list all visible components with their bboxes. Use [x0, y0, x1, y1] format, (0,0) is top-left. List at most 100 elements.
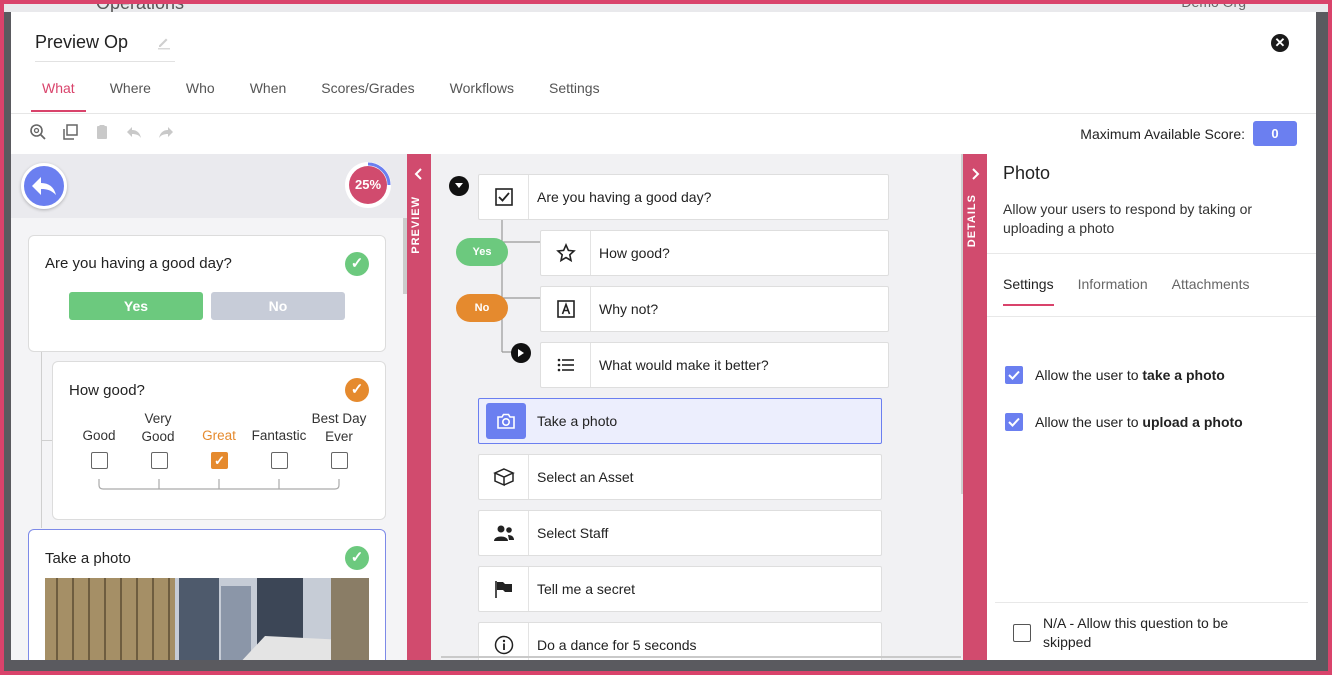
toolbar: [29, 123, 175, 141]
flow-node-secret[interactable]: Tell me a secret: [478, 566, 882, 612]
details-panel: Photo Allow your users to respond by tak…: [987, 154, 1316, 660]
background-org-name: Demo Org: [1181, 0, 1246, 10]
flow-node-label: Do a dance for 5 seconds: [537, 637, 697, 653]
option-emphasis: take a photo: [1142, 367, 1225, 383]
question-card-how-good: How good? ✓ Good Very Good Great Fantast…: [52, 361, 386, 520]
flow-node-label: Tell me a secret: [537, 581, 636, 597]
rating-connector: [98, 479, 340, 490]
people-icon: [479, 511, 529, 555]
flow-node-take-photo[interactable]: Take a photo: [478, 398, 882, 444]
no-button[interactable]: No: [211, 292, 345, 320]
divider: [987, 253, 1316, 254]
flow-node-dance[interactable]: Do a dance for 5 seconds: [478, 622, 882, 660]
caret-right-icon: [518, 349, 524, 357]
collapse-toggle[interactable]: [449, 176, 469, 196]
rating-checkbox[interactable]: [91, 452, 108, 469]
tabs-divider: [11, 113, 1316, 114]
paste-icon[interactable]: [93, 123, 111, 141]
undo-icon[interactable]: [125, 123, 143, 141]
box-icon: [479, 455, 529, 499]
progress-label: 25%: [354, 177, 382, 192]
option-text: Allow the user to take a photo: [1035, 367, 1225, 383]
flow-node-label: Select Staff: [537, 525, 609, 541]
list-icon: [541, 343, 591, 387]
option-text: Allow the user to upload a photo: [1035, 414, 1243, 430]
yes-branch-pill: Yes: [456, 238, 508, 266]
details-tab-attachments[interactable]: Attachments: [1172, 276, 1250, 306]
question-title: Are you having a good day?: [45, 255, 232, 272]
rating-checkbox[interactable]: [271, 452, 288, 469]
yes-button[interactable]: Yes: [69, 292, 203, 320]
title-field[interactable]: Preview Op: [35, 32, 175, 62]
copy-icon[interactable]: [61, 123, 79, 141]
canvas-horizontal-scrollbar[interactable]: [441, 656, 961, 658]
zoom-icon[interactable]: [29, 123, 47, 141]
option-upload-photo: Allow the user to upload a photo: [1005, 413, 1243, 431]
tab-where[interactable]: Where: [99, 74, 162, 112]
details-tab-information[interactable]: Information: [1078, 276, 1148, 306]
details-title: Photo: [1003, 163, 1051, 183]
photo-preview-image: [45, 578, 369, 660]
star-icon: [541, 231, 591, 275]
na-checkbox[interactable]: [1013, 624, 1031, 642]
preview-header: 25%: [11, 154, 407, 218]
max-score-label: Maximum Available Score:: [1080, 125, 1245, 142]
preview-toggle-rail[interactable]: PREVIEW: [407, 154, 431, 660]
divider: [987, 316, 1316, 317]
redo-icon[interactable]: [157, 123, 175, 141]
details-tabs: Settings Information Attachments: [1003, 276, 1249, 306]
main-tabs: What Where Who When Scores/Grades Workfl…: [31, 74, 624, 112]
rating-checkbox[interactable]: [331, 452, 348, 469]
question-title: Take a photo: [45, 550, 131, 567]
pencil-icon[interactable]: [156, 34, 172, 50]
flow-node-label: How good?: [599, 245, 670, 261]
option-take-photo: Allow the user to take a photo: [1005, 366, 1225, 384]
check-icon: ✓: [345, 252, 369, 276]
option-prefix: Allow the user to: [1035, 367, 1143, 383]
take-photo-checkbox[interactable]: [1005, 366, 1023, 384]
flow-node-label: Select an Asset: [537, 469, 634, 485]
flow-node-label: Take a photo: [537, 413, 618, 429]
flow-node-good-day[interactable]: Are you having a good day?: [478, 174, 889, 220]
option-na: N/A - Allow this question to be skipped: [1013, 614, 1263, 652]
close-icon[interactable]: ✕: [1271, 34, 1289, 52]
check-icon: ✓: [345, 546, 369, 570]
chevron-right-icon[interactable]: [970, 168, 980, 180]
tab-what[interactable]: What: [31, 74, 86, 112]
expand-toggle[interactable]: [511, 343, 531, 363]
text-icon: [541, 287, 591, 331]
question-card-good-day: Are you having a good day? ✓ Yes No: [28, 235, 386, 352]
checkbox-icon: [479, 175, 529, 219]
tab-settings[interactable]: Settings: [538, 74, 611, 112]
flow-node-how-good[interactable]: How good?: [540, 230, 889, 276]
details-tab-settings[interactable]: Settings: [1003, 276, 1054, 306]
chevron-left-icon[interactable]: [414, 168, 424, 180]
operation-editor-modal: Preview Op ✕ What Where Who When Scores/…: [11, 12, 1316, 660]
details-rail-label: DETAILS: [966, 194, 978, 248]
camera-icon: [479, 399, 529, 443]
details-description: Allow your users to respond by taking or…: [1003, 201, 1253, 236]
tab-who[interactable]: Who: [175, 74, 226, 112]
background-app-header: Operations Demo Org: [0, 0, 1332, 13]
nesting-branch: [41, 440, 52, 441]
back-button[interactable]: [21, 163, 67, 209]
rating-checkbox-selected[interactable]: ✓: [211, 452, 228, 469]
info-icon: [479, 623, 529, 660]
reply-arrow-icon: [32, 177, 56, 195]
question-card-take-photo: Take a photo ✓: [28, 529, 386, 660]
tab-workflows[interactable]: Workflows: [439, 74, 525, 112]
upload-photo-checkbox[interactable]: [1005, 413, 1023, 431]
flow-node-label: What would make it better?: [599, 357, 769, 373]
tab-scores-grades[interactable]: Scores/Grades: [310, 74, 425, 112]
flow-canvas: Are you having a good day? Yes How good?…: [431, 154, 963, 660]
flow-node-make-better[interactable]: What would make it better?: [540, 342, 889, 388]
tab-when[interactable]: When: [239, 74, 298, 112]
details-toggle-rail[interactable]: DETAILS: [963, 154, 987, 660]
caret-down-icon: [455, 183, 463, 188]
op-title[interactable]: Preview Op: [35, 32, 175, 53]
flow-node-select-staff[interactable]: Select Staff: [478, 510, 882, 556]
option-emphasis: upload a photo: [1142, 414, 1243, 430]
rating-checkbox[interactable]: [151, 452, 168, 469]
flow-node-why-not[interactable]: Why not?: [540, 286, 889, 332]
flow-node-select-asset[interactable]: Select an Asset: [478, 454, 882, 500]
